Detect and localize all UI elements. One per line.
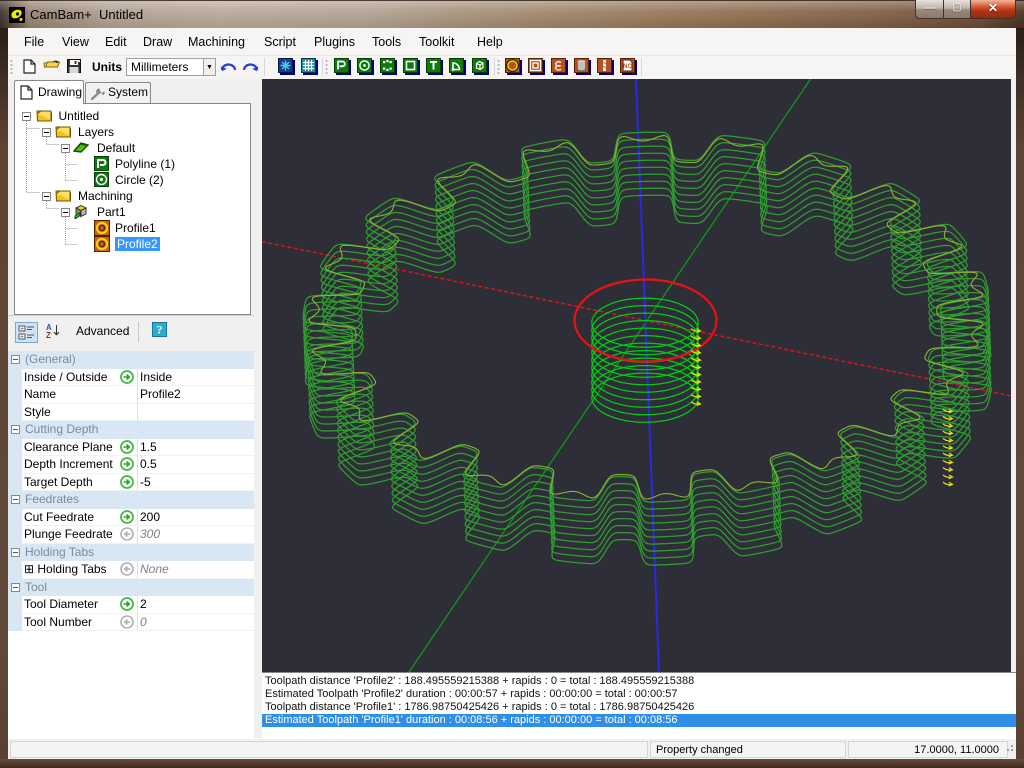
svg-text:+: + [20, 335, 24, 341]
svg-text:NC: NC [623, 64, 632, 70]
svg-text:Z: Z [46, 331, 51, 339]
svg-text:?: ? [157, 323, 163, 337]
svg-text:+: + [20, 327, 24, 333]
